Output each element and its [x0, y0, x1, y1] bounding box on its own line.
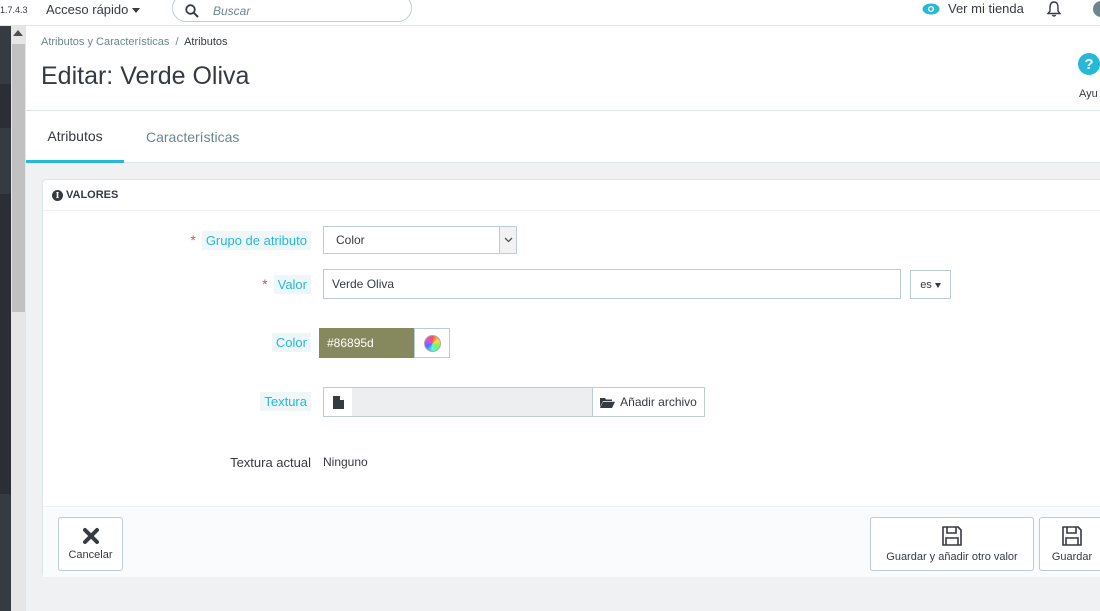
- chevron-down-icon: [132, 8, 141, 13]
- side-nav-segment[interactable]: [0, 84, 11, 128]
- breadcrumb: Atributos y Características / Atributos: [41, 36, 228, 48]
- chevron-down-icon[interactable]: [499, 227, 516, 253]
- add-file-label: Añadir archivo: [620, 395, 697, 409]
- page-title: Editar: Verde Oliva: [41, 62, 250, 90]
- view-store-label: Ver mi tienda: [948, 1, 1024, 16]
- tabs: Atributos Características: [26, 111, 1100, 163]
- panel-heading: i VALORES: [43, 180, 1100, 211]
- breadcrumb-separator: /: [175, 36, 179, 48]
- folder-open-icon: [600, 397, 616, 408]
- attribute-group-value: Color: [336, 233, 365, 247]
- panel-footer: Cancelar Guardar y añadir otro valor Gua…: [43, 506, 1100, 577]
- value-label-text[interactable]: Valor: [273, 275, 311, 294]
- search-box[interactable]: [172, 0, 412, 22]
- side-nav-segment[interactable]: [0, 194, 11, 494]
- attribute-group-select[interactable]: Color: [323, 226, 517, 254]
- search-icon[interactable]: [185, 3, 199, 18]
- search-input[interactable]: [213, 3, 363, 18]
- eye-icon: [922, 3, 940, 14]
- view-store-link[interactable]: Ver mi tienda: [922, 1, 1024, 16]
- help-label[interactable]: Ayu: [1079, 88, 1098, 100]
- file-icon: [332, 395, 344, 409]
- breadcrumb-current: Atributos: [184, 36, 228, 48]
- required-mark: *: [190, 232, 196, 248]
- tab-features[interactable]: Características: [146, 111, 239, 163]
- cancel-label: Cancelar: [68, 549, 113, 561]
- color-input[interactable]: #86895d: [319, 328, 414, 358]
- save-icon: [1062, 526, 1082, 546]
- attribute-group-label: * Grupo de atributo: [190, 231, 311, 250]
- save-icon: [942, 526, 962, 546]
- save-button[interactable]: Guardar: [1039, 517, 1100, 571]
- language-label: es: [920, 278, 932, 291]
- breadcrumb-parent[interactable]: Atributos y Características: [41, 36, 169, 48]
- color-picker-button[interactable]: [414, 328, 450, 358]
- current-texture-value: Ninguno: [323, 455, 368, 469]
- close-icon: [82, 528, 99, 544]
- add-file-button[interactable]: Añadir archivo: [592, 387, 705, 417]
- quick-access-label: Acceso rápido: [46, 2, 129, 17]
- texture-label: Textura: [260, 392, 311, 411]
- scrollbar-thumb[interactable]: [12, 44, 25, 312]
- chevron-down-icon: [934, 283, 941, 288]
- avatar[interactable]: [1093, 1, 1100, 17]
- version-label: 1.7.4.3: [0, 5, 28, 15]
- language-dropdown[interactable]: es: [910, 270, 951, 299]
- panel-heading-label: VALORES: [66, 189, 119, 201]
- values-panel: i VALORES * Grupo de atributo Color * Valo…: [42, 179, 1100, 577]
- save-and-add-label: Guardar y añadir otro valor: [886, 551, 1018, 563]
- help-icon: ?: [1078, 53, 1100, 75]
- texture-label-text[interactable]: Textura: [260, 392, 311, 411]
- color-wheel-icon: [423, 334, 441, 352]
- save-and-add-button[interactable]: Guardar y añadir otro valor: [870, 517, 1034, 571]
- value-input[interactable]: [323, 269, 901, 299]
- scroll-up-icon[interactable]: [13, 30, 23, 36]
- color-label: Color: [271, 333, 311, 352]
- page-header: Atributos y Características / Atributos …: [26, 26, 1100, 111]
- value-label: * Valor: [262, 275, 311, 294]
- scrollbar[interactable]: [11, 26, 26, 611]
- help-button[interactable]: ?: [1078, 53, 1100, 75]
- save-label: Guardar: [1051, 551, 1093, 563]
- top-bar: 1.7.4.3 Acceso rápido Ver mi tienda: [0, 0, 1100, 26]
- quick-access-dropdown[interactable]: Acceso rápido: [46, 2, 141, 17]
- tab-attributes[interactable]: Atributos: [26, 111, 124, 163]
- color-label-text[interactable]: Color: [271, 333, 311, 352]
- cancel-button[interactable]: Cancelar: [58, 517, 123, 571]
- side-nav: [0, 26, 11, 611]
- bell-icon[interactable]: [1046, 0, 1062, 18]
- file-icon-box: [323, 387, 353, 417]
- info-icon: i: [52, 189, 63, 201]
- file-name-field[interactable]: [352, 387, 593, 417]
- required-mark: *: [262, 276, 268, 292]
- attribute-group-label-text[interactable]: Grupo de atributo: [201, 231, 311, 250]
- current-texture-label: Textura actual: [230, 455, 311, 470]
